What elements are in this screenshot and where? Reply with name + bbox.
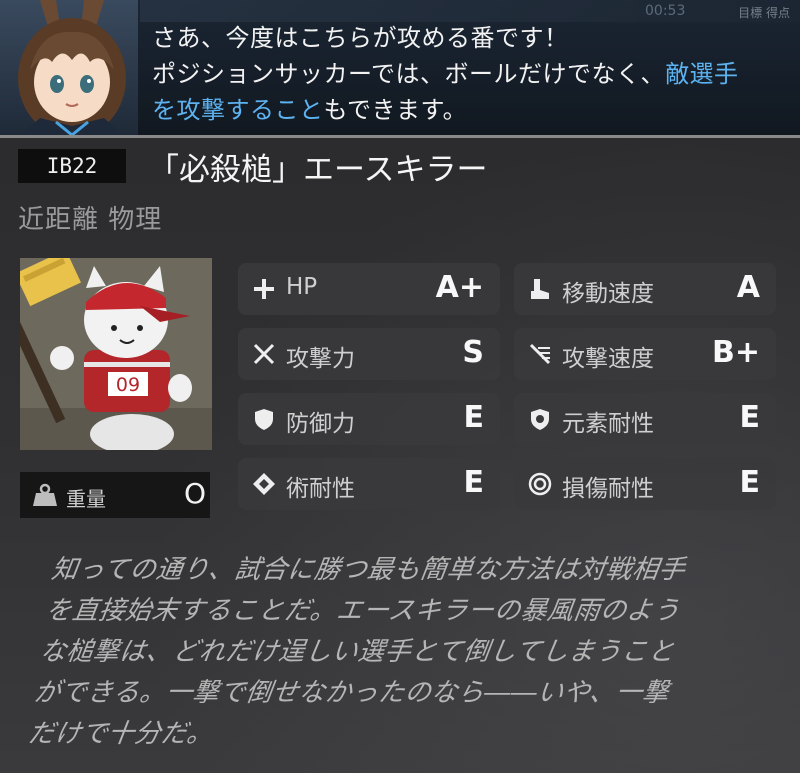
weight-label: 重量 [66, 487, 106, 511]
stat-label: HP [286, 274, 318, 300]
stat-label: 移動速度 [562, 281, 654, 307]
weight-value: O [184, 477, 207, 510]
dialog-line-3-highlight: を攻撃すること [152, 96, 324, 124]
description-line: を直接始末することだ。エースキラーの暴風雨のよう [43, 596, 682, 626]
stat-value: E [739, 400, 761, 435]
description-line: 知っての通り、試合に勝つ最も簡単な方法は対戦相手 [49, 555, 688, 585]
stat-label: 防御力 [286, 411, 355, 437]
description-line: だけで十分だ。 [26, 719, 216, 749]
description-line: な槌撃は、どれだけ逞しい選手とて倒してしまうこと [37, 637, 677, 667]
stat-value: B+ [711, 335, 760, 370]
dialog-line-3: を攻撃することもできます。 [152, 92, 800, 128]
stat-value: E [739, 465, 761, 500]
dialog-line-1: さあ、今度はこちらが攻める番です！ [152, 24, 569, 52]
weight-panel: 重量 O [20, 472, 210, 518]
stat-attack: 攻撃力 S [238, 328, 500, 380]
unit-code: IB22 [18, 149, 126, 183]
score-label: 目標 得点 [738, 6, 790, 20]
speaker-portrait [0, 0, 138, 135]
crossed-swords-icon [252, 342, 276, 366]
dialog-line-2: ポジションサッカーでは、ボールだけでなく、敵選手 [152, 56, 800, 92]
tutorial-dialog[interactable]: 00:53 目標 得点 さあ、今度はこちらが攻める番です！ ポジションサッカーで… [0, 0, 800, 138]
unit-card-art: 09 [20, 258, 212, 450]
element-res-icon [528, 407, 552, 431]
stat-label: 術耐性 [286, 476, 355, 502]
dialog-line-3-text: もできます。 [323, 96, 468, 124]
unit-description: 知っての通り、試合に勝つ最も簡単な方法は対戦相手 を直接始末することだ。エースキ… [26, 550, 795, 755]
unit-name: 「必殺槌」エースキラー [148, 152, 488, 188]
stat-defense: 防御力 E [238, 393, 500, 445]
arts-res-icon [252, 472, 276, 496]
weight-icon [32, 483, 58, 511]
dialog-line-2-text: ポジションサッカーでは、ボールだけでなく、 [152, 60, 666, 88]
plus-icon [252, 277, 276, 301]
stat-value: S [462, 335, 484, 370]
stat-move-speed: 移動速度 A [514, 263, 776, 315]
stat-value: A+ [435, 270, 484, 305]
stat-value: E [463, 465, 485, 500]
stat-value: A [736, 270, 760, 305]
unit-tags: 近距離 物理 [18, 205, 163, 235]
stat-label: 攻撃力 [286, 346, 355, 372]
stat-value: E [463, 400, 485, 435]
stat-label: 攻撃速度 [562, 346, 654, 372]
description-line: ができる。一撃で倒せなかったのなら――いや、一撃 [32, 678, 672, 708]
damage-res-icon [528, 472, 552, 496]
stat-label: 元素耐性 [562, 411, 654, 437]
hud-bar: 00:53 目標 得点 [140, 0, 800, 22]
stat-label: 損傷耐性 [562, 476, 654, 502]
stat-hp: HP A+ [238, 263, 500, 315]
stat-arts-resistance: 術耐性 E [238, 458, 500, 510]
dialog-line-2-highlight: 敵選手 [665, 60, 739, 88]
stat-damage-resistance: 損傷耐性 E [514, 458, 776, 510]
jersey-number: 09 [116, 374, 140, 396]
stat-element-resistance: 元素耐性 E [514, 393, 776, 445]
dialog-text: さあ、今度はこちらが攻める番です！ ポジションサッカーでは、ボールだけでなく、敵… [152, 20, 800, 128]
boot-icon [528, 277, 552, 301]
attack-speed-icon [528, 342, 552, 366]
shield-icon [252, 407, 276, 431]
stat-attack-speed: 攻撃速度 B+ [514, 328, 776, 380]
match-timer: 00:53 [645, 3, 686, 19]
